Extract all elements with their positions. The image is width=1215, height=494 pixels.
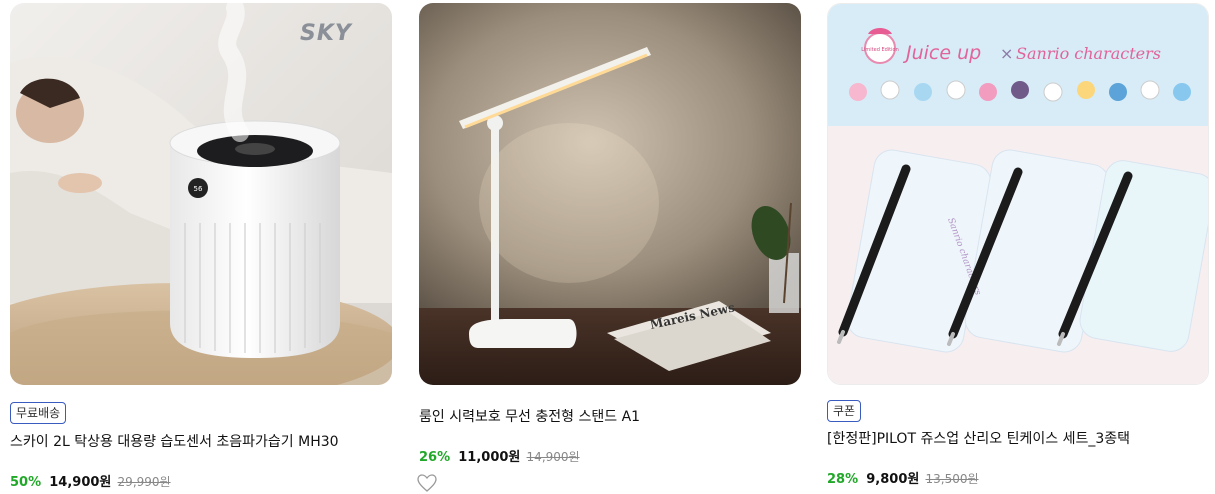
- original-price: 13,500원: [925, 472, 979, 486]
- product-card-lamp[interactable]: Mareis News 룸인 시력보호 무선 충전형 스탠드 A1 26% 11…: [417, 3, 801, 492]
- banner-x: ×: [1000, 44, 1013, 63]
- price-row: 28% 9,800원 13,500원: [827, 468, 979, 487]
- product-card-humidifier[interactable]: 56 SKY 무료배송 스카이 2L 탁상용 대용량 습도센서 초음파가습기 M…: [10, 3, 392, 490]
- pen-set-illustration: Limited Edition Juice up × Sanrio charac…: [828, 4, 1208, 384]
- original-price: 14,900원: [526, 450, 580, 464]
- svg-text:56: 56: [194, 185, 203, 193]
- banner-right: Sanrio characters: [1016, 44, 1161, 63]
- product-title[interactable]: [한정판]PILOT 쥬스업 산리오 틴케이스 세트_3종택: [827, 428, 1130, 448]
- free-shipping-badge: 무료배송: [10, 402, 67, 424]
- product-image-lamp[interactable]: Mareis News: [419, 3, 801, 385]
- price-row: 50% 14,900원 29,990원: [10, 471, 171, 490]
- brand-logo: SKY: [300, 21, 352, 46]
- product-title[interactable]: 스카이 2L 탁상용 대용량 습도센서 초음파가습기 MH30: [10, 431, 339, 451]
- sale-price: 14,900원: [49, 475, 112, 490]
- product-title[interactable]: 룸인 시력보호 무선 충전형 스탠드 A1: [419, 406, 640, 426]
- sale-price: 11,000원: [458, 450, 521, 465]
- original-price: 29,990원: [117, 475, 171, 489]
- coupon-badge: 쿠폰: [827, 400, 862, 422]
- product-image-pen-set[interactable]: Limited Edition Juice up × Sanrio charac…: [827, 3, 1209, 385]
- product-card-pen-set[interactable]: Limited Edition Juice up × Sanrio charac…: [827, 3, 1209, 487]
- banner-left: Juice up: [902, 42, 981, 64]
- discount-rate: 50%: [10, 475, 42, 490]
- price-row: 26% 11,000원 14,900원: [419, 446, 580, 465]
- discount-rate: 26%: [419, 450, 451, 465]
- product-image-humidifier[interactable]: 56 SKY: [10, 3, 392, 385]
- heart-outline-icon[interactable]: [417, 474, 437, 492]
- sale-price: 9,800원: [866, 472, 920, 487]
- discount-rate: 28%: [827, 472, 859, 487]
- humidifier-illustration: 56: [10, 3, 392, 385]
- lamp-illustration: Mareis News: [419, 3, 801, 385]
- seal-text: Limited Edition: [861, 47, 899, 53]
